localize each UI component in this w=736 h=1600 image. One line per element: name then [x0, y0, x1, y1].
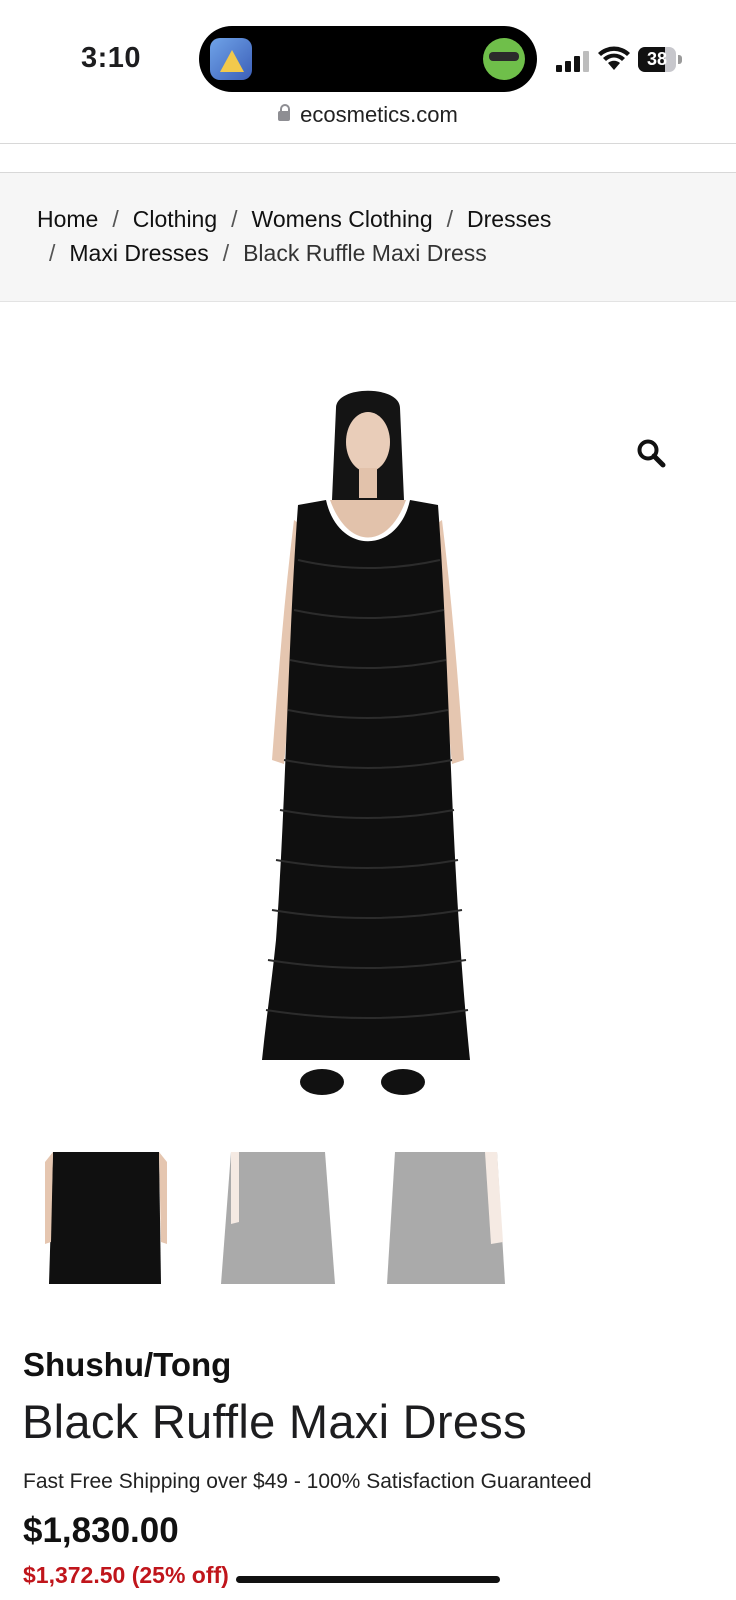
thumbnail-3[interactable] — [387, 1152, 509, 1284]
product-main-image[interactable] — [238, 380, 498, 1125]
status-bar: 3:10 38 — [0, 0, 736, 100]
url-text: ecosmetics.com — [300, 102, 458, 127]
cellular-signal-icon — [556, 50, 590, 72]
breadcrumb-line: / Maxi Dresses / Black Ruffle Maxi Dress — [49, 240, 487, 267]
battery-icon: 38 — [638, 47, 682, 72]
home-indicator[interactable] — [236, 1576, 500, 1583]
breadcrumb-maxi-dresses[interactable]: Maxi Dresses — [69, 240, 208, 266]
magnifier-icon[interactable] — [636, 438, 666, 468]
dynamic-island — [199, 26, 537, 92]
product-title: Black Ruffle Maxi Dress — [22, 1395, 527, 1448]
shipping-note: Fast Free Shipping over $49 - 100% Satis… — [23, 1470, 592, 1493]
breadcrumb-separator: / — [112, 206, 119, 232]
breadcrumb-separator: / — [222, 240, 230, 266]
breadcrumb-separator: / — [231, 206, 238, 232]
lock-icon — [278, 104, 291, 121]
breadcrumb: Home / Clothing / Womens Clothing / Dresses / M… — [0, 173, 736, 302]
breadcrumb-clothing[interactable]: Clothing — [133, 206, 217, 232]
breadcrumb-dresses[interactable]: Dresses — [467, 206, 551, 232]
status-time: 3:10 — [81, 42, 142, 74]
breadcrumb-separator: / — [49, 240, 56, 266]
product-price: $1,830.00 — [23, 1511, 179, 1550]
wifi-icon — [598, 46, 630, 70]
thumbnail-gallery — [45, 1152, 525, 1284]
breadcrumb-current: Black Ruffle Maxi Dress — [243, 240, 487, 266]
thumbnail-1[interactable] — [45, 1152, 167, 1284]
avatar-app-icon[interactable] — [483, 38, 525, 80]
address-bar[interactable]: ecosmetics.com — [0, 102, 736, 128]
breadcrumb-womens-clothing[interactable]: Womens Clothing — [252, 206, 433, 232]
activity-app-icon[interactable] — [210, 38, 252, 80]
product-brand[interactable]: Shushu/Tong — [23, 1346, 231, 1384]
sale-price: $1,372.50 (25% off) — [23, 1562, 229, 1588]
battery-level: 38 — [646, 49, 668, 69]
breadcrumb-separator: / — [446, 206, 454, 232]
thumbnail-2[interactable] — [217, 1152, 339, 1284]
breadcrumb-home[interactable]: Home — [37, 206, 98, 232]
breadcrumb-line: Home / Clothing / Womens Clothing / Dresses — [37, 206, 551, 233]
divider — [0, 143, 736, 144]
